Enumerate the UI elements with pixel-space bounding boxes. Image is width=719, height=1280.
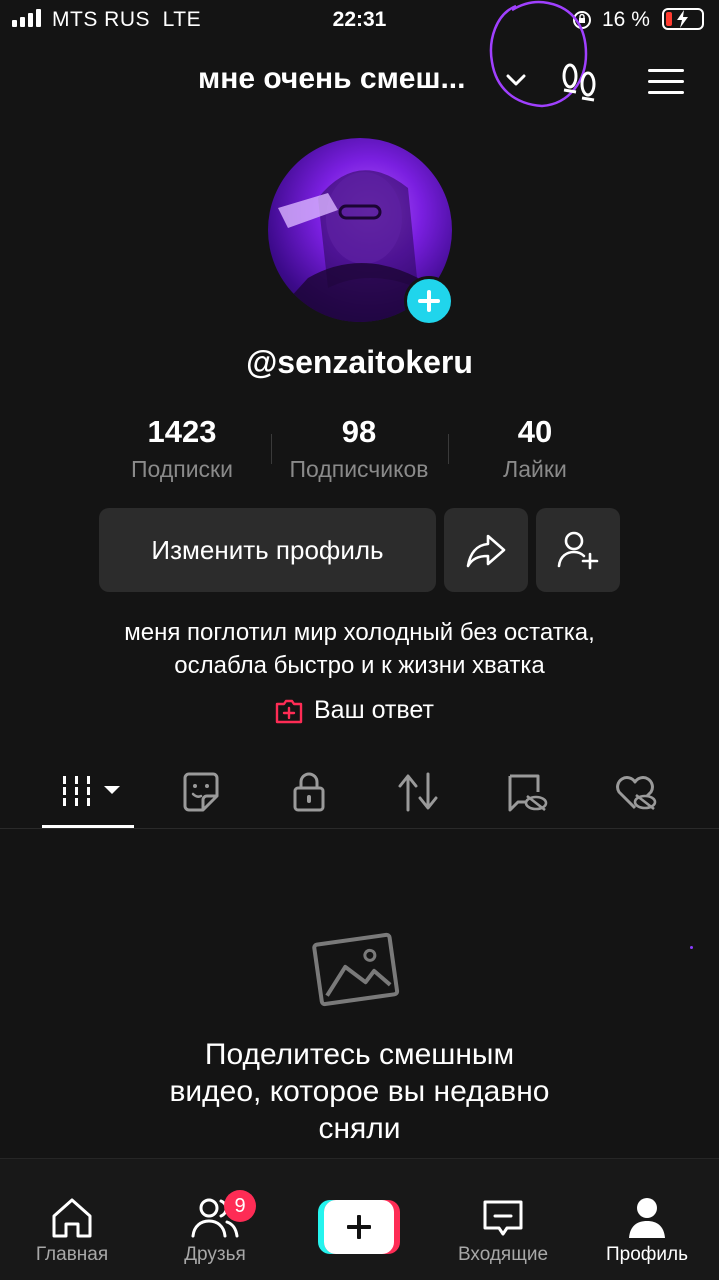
nav-friends[interactable]: Друзья [145, 1196, 285, 1266]
nav-friends-label: Друзья [184, 1244, 246, 1265]
stat-likes-label: Лайки [503, 456, 567, 482]
stat-likes[interactable]: 40 Лайки [435, 414, 635, 483]
edit-profile-button[interactable]: Изменить профиль [99, 508, 436, 592]
videos-grid-icon [60, 776, 120, 806]
empty-state-line: сняли [318, 1112, 401, 1145]
bio-line: меня поглотил мир холодный без остатка, [124, 619, 595, 646]
inbox-icon [483, 1200, 523, 1236]
stat-followers[interactable]: 98 Подписчиков [259, 414, 459, 483]
tabs-divider [0, 828, 719, 829]
hidden-tag-icon[interactable] [504, 770, 548, 814]
stat-following-count: 1423 [147, 414, 217, 449]
add-answer-icon [275, 699, 303, 723]
stat-followers-label: Подписчиков [289, 456, 429, 482]
empty-state-line: видео, которое вы недавно [169, 1075, 550, 1108]
nav-home[interactable]: Главная [2, 1196, 142, 1266]
account-switcher-title[interactable]: мне очень смеш... [198, 62, 465, 96]
tab-videos[interactable] [58, 770, 124, 814]
share-icon [466, 534, 506, 568]
lock-icon[interactable] [287, 770, 331, 814]
repost-icon[interactable] [396, 770, 440, 814]
share-profile-button[interactable] [444, 508, 528, 592]
add-story-button[interactable] [404, 276, 454, 326]
status-bar: MTS RUS LTE 22:31 16 % [0, 0, 719, 40]
stat-following[interactable]: 1423 Подписки [82, 414, 282, 483]
stray-dot [690, 946, 693, 949]
nav-profile[interactable]: Профиль [577, 1196, 717, 1266]
battery-percent: 16 % [602, 8, 650, 31]
empty-state-line: Поделитесь смешным [204, 1038, 515, 1071]
empty-state-message: Поделитесь смешным видео, которое вы нед… [0, 1036, 719, 1147]
nav-profile-label: Профиль [605, 1244, 689, 1265]
your-answer-link[interactable]: Ваш ответ [274, 696, 434, 725]
nav-inbox-label: Входящие [457, 1244, 549, 1265]
plus-icon [418, 290, 440, 312]
add-friend-button[interactable] [536, 508, 620, 592]
home-icon [52, 1198, 92, 1238]
bio-line: ослабла быстро и к жизни хватка [174, 652, 545, 679]
plus-icon [347, 1215, 371, 1239]
your-answer-label: Ваш ответ [314, 696, 434, 724]
add-user-icon [557, 531, 599, 570]
hidden-like-icon[interactable] [613, 770, 657, 814]
username: @senzaitokeru [246, 344, 473, 380]
battery-icon [662, 8, 704, 30]
stat-followers-count: 98 [341, 414, 377, 449]
nav-inbox[interactable]: Входящие [433, 1196, 573, 1266]
stat-likes-count: 40 [517, 414, 553, 449]
footsteps-icon[interactable] [558, 60, 602, 104]
profile-icon [629, 1198, 665, 1238]
photo-placeholder-icon [312, 932, 400, 1007]
sticker-icon[interactable] [179, 770, 223, 814]
nav-home-label: Главная [35, 1244, 109, 1265]
menu-icon[interactable] [646, 67, 686, 97]
create-button[interactable] [318, 1200, 400, 1254]
stat-following-label: Подписки [131, 456, 233, 482]
friends-badge: 9 [224, 1190, 256, 1222]
